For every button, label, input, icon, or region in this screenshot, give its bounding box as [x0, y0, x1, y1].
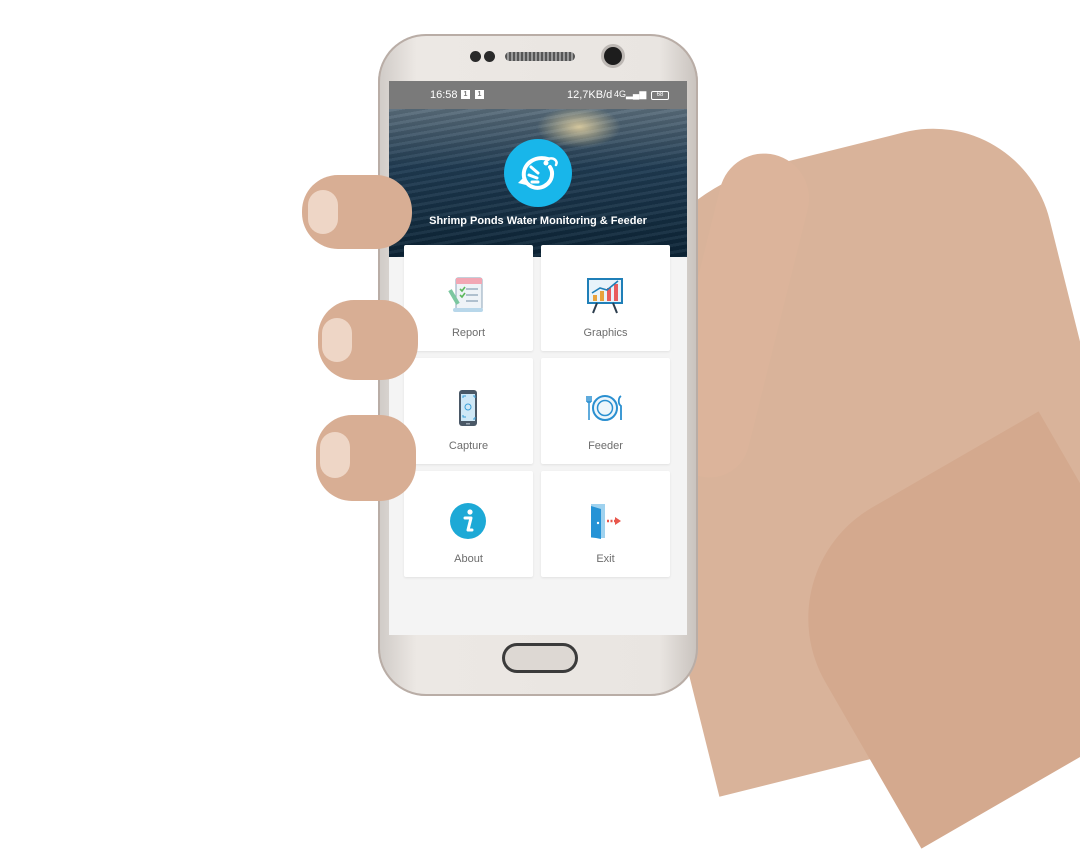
report-icon [448, 275, 488, 315]
network-speed: 12,7KB/d [567, 89, 613, 101]
proximity-sensor [470, 51, 481, 62]
home-button[interactable] [502, 643, 578, 673]
menu-label: Report [451, 327, 486, 339]
menu-tile-exit[interactable]: Exit [541, 471, 670, 577]
finger-nail [308, 190, 338, 234]
shrimp-icon [504, 139, 572, 207]
menu-label: Graphics [583, 327, 628, 339]
status-time: 16:58 [430, 89, 458, 101]
menu-label: About [454, 553, 483, 565]
menu-tile-capture[interactable]: Capture [404, 358, 533, 464]
menu-label: Capture [448, 440, 489, 452]
status-bar: 16:58 1 1 12,7KB/d 4G▂▄▆ 68 [389, 81, 687, 109]
exit-icon [585, 501, 625, 541]
app-title: Shrimp Ponds Water Monitoring & Feeder [429, 215, 647, 227]
capture-icon [448, 388, 488, 428]
menu-label: Feeder [588, 440, 623, 452]
notification-icon: 1 [475, 90, 484, 99]
graphics-icon [585, 275, 625, 315]
menu-tile-report[interactable]: Report [404, 245, 533, 351]
menu-label: Exit [596, 553, 615, 565]
finger-nail [322, 318, 352, 362]
phone-screen: 16:58 1 1 12,7KB/d 4G▂▄▆ 68 Shrimp Ponds… [389, 81, 687, 635]
notification-icon: 1 [461, 90, 470, 99]
earpiece-speaker [505, 52, 575, 61]
menu-tile-about[interactable]: About [404, 471, 533, 577]
finger-nail [320, 432, 350, 478]
app-header: Shrimp Ponds Water Monitoring & Feeder [389, 109, 687, 257]
front-camera [604, 47, 622, 65]
signal-icon: 4G▂▄▆ [614, 89, 647, 99]
network-type: 4G [614, 89, 627, 99]
light-sensor [484, 51, 495, 62]
about-icon [448, 501, 488, 541]
feeder-icon [585, 388, 625, 428]
menu-tile-feeder[interactable]: Feeder [541, 358, 670, 464]
battery-icon: 68 [651, 91, 669, 100]
menu-tile-graphics[interactable]: Graphics [541, 245, 670, 351]
